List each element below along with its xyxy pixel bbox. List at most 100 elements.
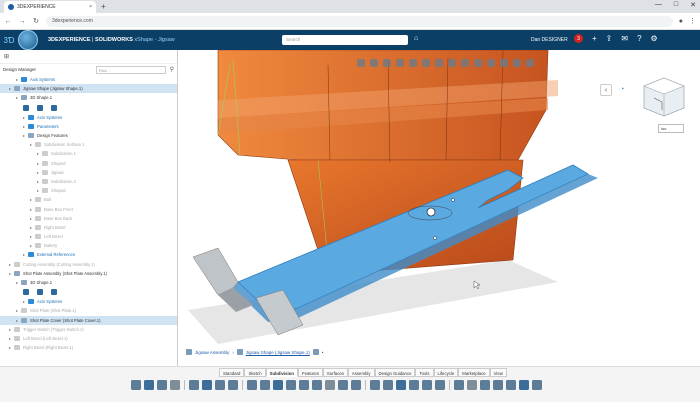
command-icon[interactable] — [215, 380, 225, 390]
context-tool-icon[interactable] — [357, 59, 365, 67]
command-icon[interactable] — [409, 380, 419, 390]
reload-icon[interactable]: ↻ — [32, 17, 40, 25]
context-tool-icon[interactable] — [474, 59, 482, 67]
tree-row[interactable]: ▸ Parameters — [0, 122, 177, 131]
command-icon[interactable] — [519, 380, 529, 390]
tree-row[interactable]: ▸ Shot Plate Assembly (Shot Plate Assembl… — [0, 269, 177, 278]
user-name[interactable]: Dan DESIGNER — [531, 37, 568, 43]
shape-tool-icon[interactable] — [37, 104, 43, 111]
command-icon[interactable] — [351, 380, 361, 390]
3d-viewport[interactable]: ‹ ◔ Iso Jigsaw Assembly › Jigsaw Shape (… — [178, 50, 700, 366]
shape-tool-icon[interactable] — [51, 104, 57, 111]
command-icon[interactable] — [383, 380, 393, 390]
tab-close-button[interactable]: × — [89, 4, 92, 10]
section-tab[interactable]: View — [489, 368, 507, 377]
command-icon[interactable] — [493, 380, 503, 390]
shape-tool-icon[interactable] — [23, 289, 29, 296]
tree-row[interactable] — [0, 287, 177, 297]
context-tool-icon[interactable] — [448, 59, 456, 67]
maximize-button[interactable]: □ — [674, 1, 678, 9]
tree-row[interactable]: ▸ Trigger Switch (Trigger Switch.1) — [0, 325, 177, 334]
tree-view-icon[interactable]: ⊞ — [4, 54, 9, 60]
tree-row[interactable]: ▸ External References — [0, 250, 177, 259]
section-tab[interactable]: Design Guidance — [374, 368, 416, 377]
tree-row[interactable]: ▸ 3D Shape.1 — [0, 93, 177, 102]
ds-logo-icon[interactable]: 3Ɗ — [2, 33, 16, 47]
back-icon[interactable]: ‹ — [600, 84, 612, 96]
context-tool-icon[interactable] — [500, 59, 508, 67]
browser-tab[interactable]: 3DEXPERIENCE × — [4, 1, 96, 13]
settings-icon[interactable]: ⚙ — [651, 34, 658, 43]
community-icon[interactable]: ✉ — [621, 34, 628, 43]
help-icon[interactable]: ? — [637, 34, 641, 43]
manipulator-center[interactable] — [426, 207, 436, 217]
section-tab[interactable]: Marketplace — [458, 368, 490, 377]
notification-badge[interactable]: 3 — [574, 34, 583, 43]
tree-row[interactable]: ▸ Left Bezel (Left Bezel.1) — [0, 334, 177, 343]
context-tool-icon[interactable] — [396, 59, 404, 67]
manipulator-handle-2[interactable] — [451, 198, 455, 202]
command-icon[interactable] — [228, 380, 238, 390]
tree-row[interactable]: ▸ Shot Plate (Shot Plate.1) — [0, 306, 177, 315]
profile-icon[interactable]: ● — [679, 18, 683, 25]
tree-row[interactable]: ▸ Axis Systems — [0, 113, 177, 122]
command-icon[interactable] — [273, 380, 283, 390]
minimize-button[interactable]: — — [655, 1, 662, 9]
command-icon[interactable] — [260, 380, 270, 390]
shape-tool-icon[interactable] — [37, 289, 43, 296]
command-icon[interactable] — [467, 380, 477, 390]
command-icon[interactable] — [422, 380, 432, 390]
command-icon[interactable] — [480, 380, 490, 390]
tree-row[interactable]: ▸ Design Features — [0, 131, 177, 140]
command-icon[interactable] — [338, 380, 348, 390]
breadcrumb-current[interactable]: Jigsaw Shape (Jigsaw Shape.1) — [246, 350, 310, 355]
close-window-button[interactable]: ✕ — [690, 1, 696, 9]
context-tool-icon[interactable] — [370, 59, 378, 67]
context-tool-icon[interactable] — [513, 59, 521, 67]
command-icon[interactable] — [170, 380, 180, 390]
context-tool-icon[interactable] — [526, 59, 534, 67]
forward-arrow-icon[interactable]: → — [18, 18, 26, 25]
command-icon[interactable] — [396, 380, 406, 390]
shape-tool-icon[interactable] — [23, 104, 29, 111]
command-icon[interactable] — [202, 380, 212, 390]
tree-row[interactable]: ▸ Cutting Assembly (Cutting Assembly.1) — [0, 260, 177, 269]
command-icon[interactable] — [454, 380, 464, 390]
command-icon[interactable] — [144, 380, 154, 390]
tree-row[interactable]: ▸ Shaped — [0, 186, 177, 195]
section-tab[interactable]: Sketch — [244, 368, 266, 377]
plate-foot-left[interactable] — [192, 247, 239, 296]
section-tab[interactable]: Standard — [219, 368, 245, 377]
search-input[interactable]: Search — [282, 35, 408, 45]
command-icon[interactable] — [131, 380, 141, 390]
tree-row[interactable]: ▸ Jigsaw — [0, 168, 177, 177]
context-tool-icon[interactable] — [435, 59, 443, 67]
section-tab[interactable]: Tools — [415, 368, 434, 377]
tree-row[interactable]: ▸ Subdivision Surface.1 — [0, 140, 177, 149]
section-tab[interactable]: Lifecycle — [433, 368, 459, 377]
command-icon[interactable] — [532, 380, 542, 390]
section-tab[interactable]: Assembly — [347, 368, 375, 377]
breadcrumb-tools-icon[interactable] — [312, 349, 319, 355]
command-icon[interactable] — [286, 380, 296, 390]
tree-row[interactable]: ▸ Bolt — [0, 195, 177, 204]
model-canvas[interactable] — [178, 50, 700, 366]
tree-row[interactable]: ▸ Right Bezel (Right Bezel.1) — [0, 343, 177, 352]
section-tab[interactable]: Features — [297, 368, 323, 377]
tree-row[interactable]: ▸ Left Bezel — [0, 232, 177, 241]
manipulator-handle[interactable] — [433, 236, 437, 240]
compass-icon[interactable] — [18, 30, 38, 50]
url-field[interactable]: 3dexperience.com — [46, 15, 673, 27]
breadcrumb-root[interactable]: Jigsaw Assembly — [195, 350, 229, 355]
shape-tool-icon[interactable] — [51, 289, 57, 296]
tree-row[interactable]: ▸ Right Bezel — [0, 223, 177, 232]
tree-row[interactable]: ▸ Subdivision.1 — [0, 149, 177, 158]
section-tab[interactable]: Subdivision — [265, 368, 298, 377]
command-icon[interactable] — [312, 380, 322, 390]
tree-row[interactable]: ▸ Battery — [0, 241, 177, 250]
tree-row[interactable]: ▸ Axis Systems — [0, 297, 177, 306]
tree-row[interactable]: ▸ 3D Shape.1 — [0, 278, 177, 287]
tree-row[interactable]: ▸ Shaped — [0, 159, 177, 168]
command-icon[interactable] — [370, 380, 380, 390]
add-icon[interactable]: + — [592, 34, 597, 43]
